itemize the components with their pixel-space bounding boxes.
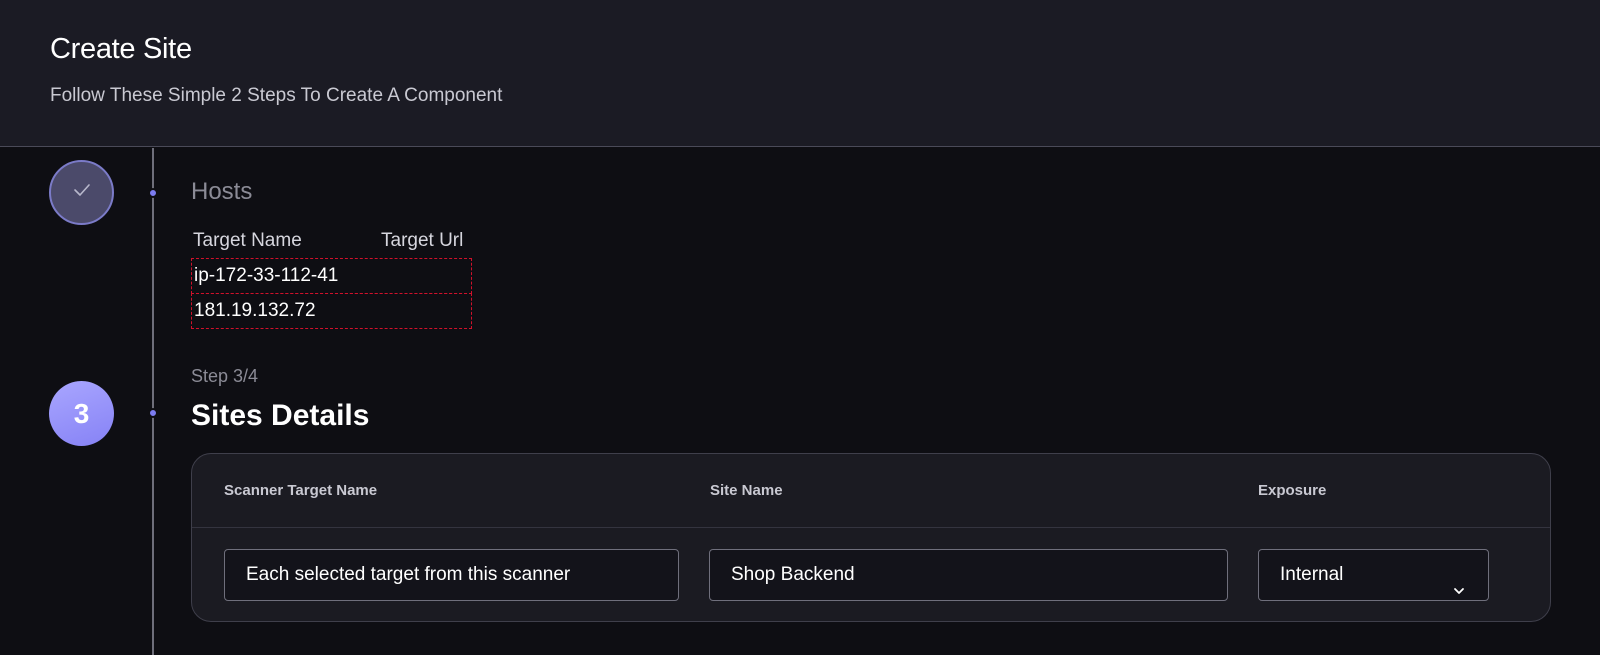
step-counter: Step 3/4: [191, 366, 259, 386]
exposure-selected-value: Internal: [1280, 564, 1344, 585]
completed-step-indicator: [49, 160, 114, 225]
check-icon: [72, 182, 92, 203]
exposure-label: Exposure: [1258, 482, 1327, 499]
site-name-input[interactable]: Shop Backend: [709, 549, 1228, 601]
host-row: ip-172-33-112-41: [191, 258, 472, 294]
page-title: Create Site: [50, 33, 192, 65]
page-subtitle: Follow These Simple 2 Steps To Create A …: [50, 85, 503, 106]
active-step-indicator: 3: [49, 381, 114, 446]
site-name-label: Site Name: [710, 482, 783, 499]
column-header-target-name: Target Name: [193, 230, 302, 251]
timeline-dot: [148, 188, 158, 198]
section-title: Sites Details: [191, 399, 370, 432]
card-divider: [192, 527, 1550, 528]
page-header: Create Site Follow These Simple 2 Steps …: [0, 0, 1600, 147]
hosts-section-title: Hosts: [191, 178, 253, 205]
host-row: 181.19.132.72: [191, 293, 472, 329]
site-name-value: Shop Backend: [731, 564, 855, 585]
scanner-target-name-label: Scanner Target Name: [224, 482, 378, 499]
chevron-down-icon: [1452, 568, 1466, 594]
timeline-dot: [148, 408, 158, 418]
timeline-line: [152, 148, 154, 655]
exposure-select[interactable]: Internal: [1258, 549, 1489, 601]
scanner-target-name-field[interactable]: Each selected target from this scanner: [224, 549, 679, 601]
site-details-card: Scanner Target Name Site Name Exposure E…: [191, 453, 1551, 622]
column-header-target-url: Target Url: [381, 230, 464, 251]
scanner-target-name-value: Each selected target from this scanner: [246, 564, 571, 585]
